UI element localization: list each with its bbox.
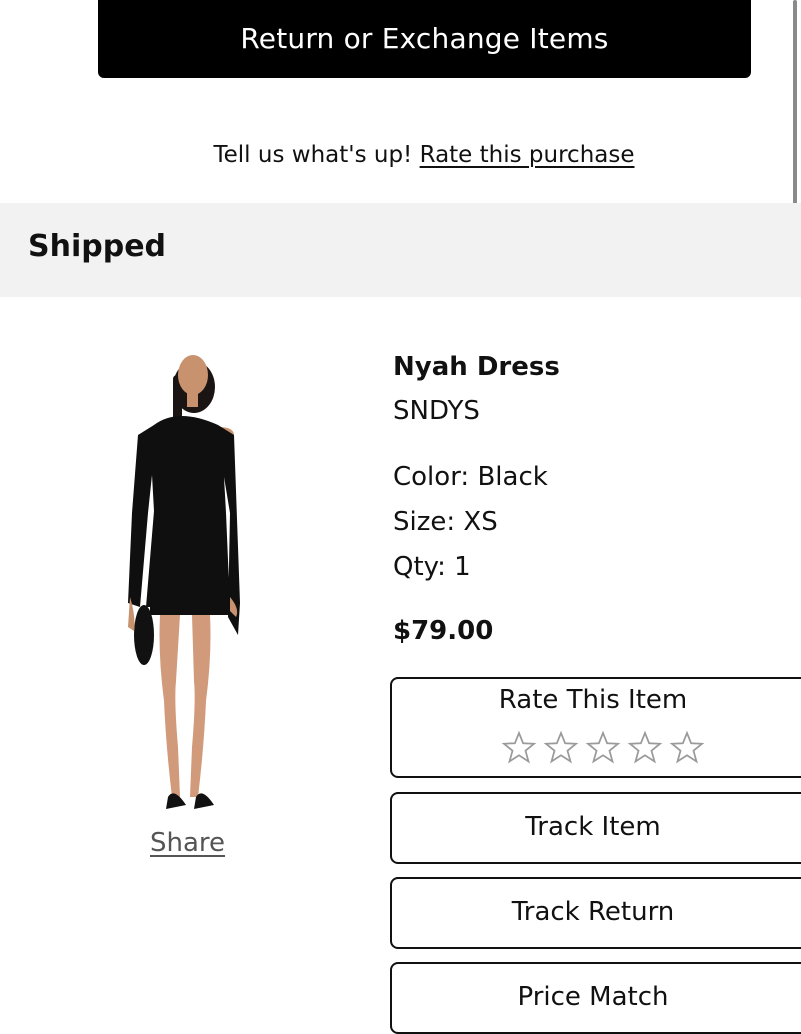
rate-item-box: Rate This Item xyxy=(390,677,801,778)
section-title: Shipped xyxy=(28,229,167,264)
track-return-label: Track Return xyxy=(511,897,675,927)
product-brand[interactable]: SNDYS xyxy=(393,396,480,426)
rate-purchase-link[interactable]: Rate this purchase xyxy=(420,142,635,168)
star-5-icon[interactable] xyxy=(668,729,706,767)
star-3-icon[interactable] xyxy=(584,729,622,767)
rate-prompt-text: Tell us what's up! xyxy=(213,142,413,168)
price-match-button[interactable]: Price Match xyxy=(390,962,801,1034)
track-item-button[interactable]: Track Item xyxy=(390,792,801,864)
product-color: Color: Black xyxy=(393,462,548,492)
shipped-section-header: Shipped xyxy=(0,203,801,297)
product-name[interactable]: Nyah Dress xyxy=(393,352,560,382)
rate-purchase-prompt: Tell us what's up! Rate this purchase xyxy=(0,142,801,168)
star-1-icon[interactable] xyxy=(500,729,538,767)
product-qty: Qty: 1 xyxy=(393,552,471,582)
page-scrollbar[interactable] xyxy=(793,0,797,222)
track-return-button[interactable]: Track Return xyxy=(390,877,801,949)
rating-stars[interactable] xyxy=(500,729,706,767)
track-item-label: Track Item xyxy=(525,812,661,842)
price-match-label: Price Match xyxy=(517,982,669,1012)
rate-item-label: Rate This Item xyxy=(498,685,688,715)
star-2-icon[interactable] xyxy=(542,729,580,767)
product-image[interactable] xyxy=(118,335,268,825)
star-4-icon[interactable] xyxy=(626,729,664,767)
share-link[interactable]: Share xyxy=(150,828,225,858)
return-exchange-label: Return or Exchange Items xyxy=(240,21,609,55)
return-exchange-button[interactable]: Return or Exchange Items xyxy=(98,0,751,78)
product-price: $79.00 xyxy=(393,616,494,646)
product-size: Size: XS xyxy=(393,507,498,537)
